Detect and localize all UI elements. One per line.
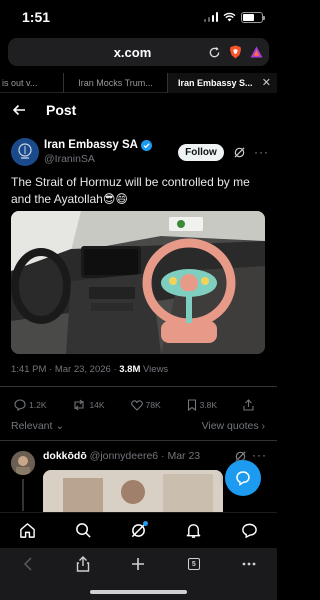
reply-header: dokkōdō @jonnydeere6 · Mar 23 bbox=[43, 450, 200, 462]
bookmark-count: 3.8K bbox=[199, 400, 218, 410]
repost-icon bbox=[74, 399, 84, 411]
reply-media-image[interactable] bbox=[43, 470, 223, 512]
compose-icon bbox=[236, 471, 250, 486]
home-indicator[interactable] bbox=[90, 590, 187, 594]
reply-icon bbox=[14, 399, 26, 411]
browser-back-icon[interactable] bbox=[19, 555, 37, 573]
brave-shields-icon[interactable] bbox=[228, 45, 242, 59]
status-time: 1:51 bbox=[22, 9, 51, 25]
bookmark-button[interactable]: 3.8K bbox=[187, 399, 218, 411]
tab-1[interactable]: is out v... bbox=[0, 72, 64, 93]
reply-avatar[interactable] bbox=[11, 451, 35, 475]
browser-toolbar: 5 bbox=[0, 548, 277, 580]
url-text[interactable]: x.com bbox=[18, 45, 207, 60]
tweet-author-row: Iran Embassy SA @IraninSA Follow ··· bbox=[11, 134, 269, 170]
more-options-icon[interactable]: ··· bbox=[254, 145, 269, 159]
tab-3-label: Iran Embassy S... bbox=[178, 77, 253, 88]
home-icon[interactable] bbox=[18, 521, 38, 541]
tab-strip: is out v... Iran Mocks Trum... Iran Emba… bbox=[0, 72, 277, 93]
status-icons bbox=[203, 11, 265, 23]
tweet-actions: 1.2K 14K 78K 3.8K bbox=[14, 398, 254, 412]
page-title: Post bbox=[46, 102, 77, 118]
brave-rewards-icon[interactable] bbox=[249, 45, 263, 59]
compose-post-button[interactable] bbox=[225, 460, 261, 496]
messages-icon[interactable] bbox=[239, 521, 259, 541]
tweet-timestamp[interactable]: 1:41 PM · Mar 23, 2026 · bbox=[11, 364, 119, 375]
sort-label: Relevant bbox=[11, 420, 53, 432]
avatar[interactable] bbox=[11, 138, 39, 166]
sort-replies-dropdown[interactable]: Relevant ⌄ bbox=[11, 420, 64, 432]
reply-thread-line bbox=[22, 479, 24, 511]
wifi-icon bbox=[223, 12, 236, 22]
like-button[interactable]: 78K bbox=[130, 399, 161, 411]
share-icon[interactable] bbox=[74, 555, 92, 573]
tab-3-active[interactable]: Iran Embassy S... ✕ bbox=[168, 72, 277, 93]
divider bbox=[0, 440, 277, 441]
address-bar[interactable]: x.com bbox=[8, 38, 269, 66]
share-icon bbox=[243, 399, 254, 411]
chevron-down-icon: ⌄ bbox=[55, 420, 65, 432]
reply-button[interactable]: 1.2K bbox=[14, 399, 47, 411]
views-label: Views bbox=[140, 364, 169, 375]
search-icon[interactable] bbox=[73, 521, 93, 541]
tab-2-label: Iran Mocks Trum... bbox=[78, 77, 153, 88]
author-name-row[interactable]: Iran Embassy SA bbox=[44, 138, 178, 152]
author-handle[interactable]: @IraninSA bbox=[44, 152, 178, 166]
verified-badge-icon bbox=[140, 139, 152, 151]
tweet-media-image[interactable] bbox=[11, 211, 265, 354]
like-count: 78K bbox=[145, 400, 161, 410]
battery-icon bbox=[241, 11, 265, 23]
heart-icon bbox=[130, 399, 143, 411]
reply-more-options-icon[interactable]: ··· bbox=[252, 448, 267, 462]
author-display-name[interactable]: Iran Embassy SA bbox=[44, 138, 138, 152]
bookmark-icon bbox=[187, 399, 196, 411]
tweet-meta: 1:41 PM · Mar 23, 2026 · 3.8M Views bbox=[11, 364, 168, 375]
tab-1-label: is out v... bbox=[2, 77, 38, 88]
new-tab-icon[interactable] bbox=[129, 555, 147, 573]
views-count: 3.8M bbox=[119, 364, 141, 375]
view-quotes-link[interactable]: View quotes › bbox=[202, 420, 265, 432]
menu-icon[interactable] bbox=[240, 555, 258, 573]
signal-icon bbox=[203, 12, 218, 22]
close-tab-icon[interactable]: ✕ bbox=[262, 76, 271, 89]
reply-count: 1.2K bbox=[29, 400, 47, 410]
chevron-right-icon: › bbox=[261, 420, 266, 432]
grok-icon[interactable] bbox=[232, 145, 246, 159]
follow-button[interactable]: Follow bbox=[178, 143, 224, 161]
notification-dot bbox=[143, 520, 149, 526]
tab-2[interactable]: Iran Mocks Trum... bbox=[64, 72, 168, 93]
divider bbox=[0, 386, 277, 387]
tab-count: 5 bbox=[187, 558, 200, 570]
tweet-text: The Strait of Hormuz will be controlled … bbox=[11, 175, 250, 206]
reply-handle-date[interactable]: @jonnydeere6 · Mar 23 bbox=[90, 450, 200, 462]
reload-icon[interactable] bbox=[207, 45, 221, 59]
notifications-icon[interactable] bbox=[184, 521, 204, 541]
post-header: Post bbox=[0, 96, 277, 124]
view-quotes-label: View quotes bbox=[201, 420, 259, 432]
status-bar: 1:51 bbox=[0, 0, 277, 34]
back-arrow-icon[interactable] bbox=[12, 103, 26, 117]
bottom-nav bbox=[0, 512, 277, 548]
tab-switcher-button[interactable]: 5 bbox=[185, 555, 203, 573]
repost-count: 14K bbox=[89, 400, 105, 410]
repost-button[interactable]: 14K bbox=[72, 399, 105, 411]
reply-author-name[interactable]: dokkōdō bbox=[43, 450, 87, 462]
grok-icon[interactable] bbox=[128, 520, 149, 541]
share-button[interactable] bbox=[243, 399, 254, 411]
